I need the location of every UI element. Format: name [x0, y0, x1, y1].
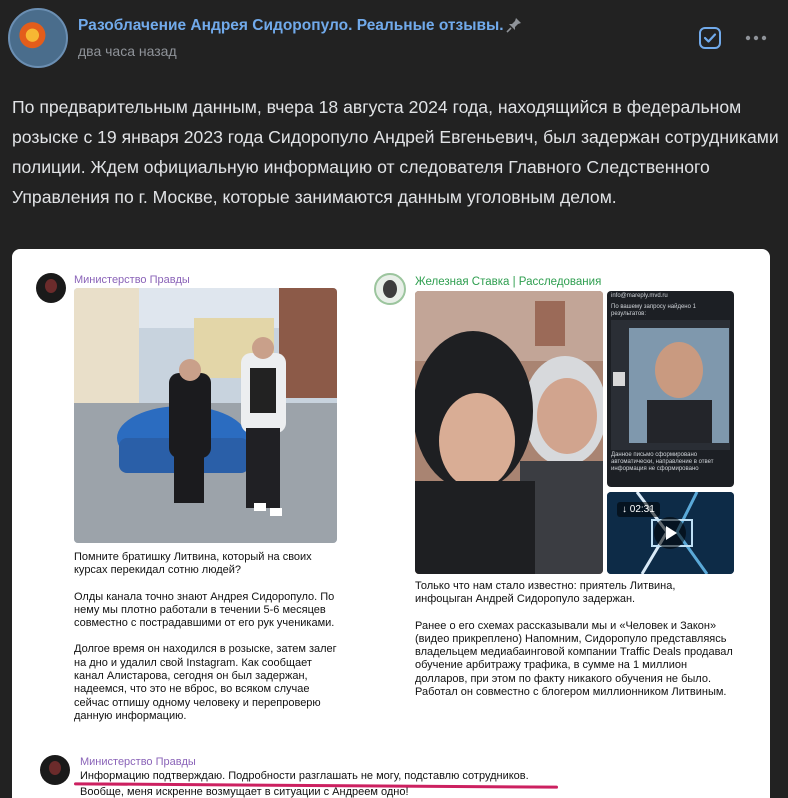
post-text: По предварительным данным, вчера 18 авгу…: [12, 97, 779, 207]
right-paragraph-1: Только что нам стало известно: приятель …: [415, 580, 676, 606]
post-time[interactable]: два часа назад: [78, 43, 177, 59]
left-photo: [74, 288, 337, 543]
download-arrow-icon: ↓: [622, 504, 630, 515]
bottom-outrage-text: Вообще, меня искренне возмущает в ситуац…: [80, 786, 409, 798]
left-paragraph-3: Долгое время он находился в розыске, зат…: [74, 643, 337, 722]
doc-email: info@mareply.mvd.ru: [611, 293, 668, 299]
channel-avatar[interactable]: [8, 8, 68, 68]
left-channel-name: Министерство Правды: [74, 274, 190, 286]
play-icon[interactable]: [654, 517, 686, 549]
right-channel-name: Железная Ставка | Расследования: [415, 276, 602, 288]
pin-icon: [506, 18, 521, 33]
left-paragraph-1: Помните братишку Литвина, который на сво…: [74, 551, 312, 577]
left-post-text: Помните братишку Литвина, который на сво…: [74, 551, 342, 736]
doc-result-line: По вашему запросу найдено 1 результатов:: [611, 304, 696, 317]
left-paragraph-2: Олды канала точно знают Андрея Сидоропул…: [74, 590, 335, 630]
right-paragraph-2: Ранее о его схемах рассказывали мы и «Че…: [415, 619, 733, 699]
bottom-channel-avatar: [40, 755, 70, 785]
checkbox-icon[interactable]: [698, 26, 722, 50]
right-channel-avatar: [374, 273, 406, 305]
attached-screenshot[interactable]: Министерство Правды Помните братишку Лит…: [12, 249, 770, 798]
bottom-confirm-text: Информацию подтверждаю. Подробности разг…: [80, 770, 529, 782]
more-icon[interactable]: [744, 28, 768, 48]
left-channel-avatar: [36, 273, 66, 303]
doc-footer: Данное письмо сформировано автоматически…: [611, 452, 714, 472]
video-duration-text: 02:31: [629, 504, 655, 515]
right-photo-selfie: [415, 291, 603, 574]
right-document-screenshot: info@mareply.mvd.ru По вашему запросу на…: [607, 291, 734, 487]
channel-title[interactable]: Разоблачение Андрея Сидоропуло. Реальные…: [78, 17, 504, 35]
video-duration: ↓ 02:31: [617, 502, 660, 517]
post-header: Разоблачение Андрея Сидоропуло. Реальные…: [0, 0, 788, 80]
right-post-text: Только что нам стало известно: приятель …: [415, 580, 735, 712]
right-video-thumbnail[interactable]: ↓ 02:31: [607, 492, 734, 574]
bottom-channel-name: Министерство Правды: [80, 756, 196, 768]
